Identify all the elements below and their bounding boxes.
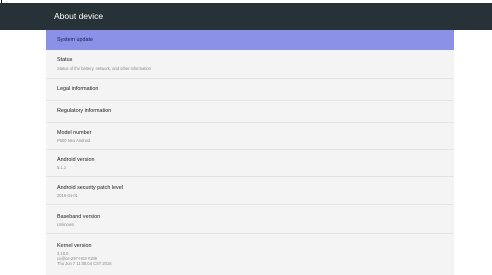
- regulatory-information-item[interactable]: Regulatory information: [46, 101, 454, 123]
- baseband-version-item[interactable]: Baseband version Unknown: [46, 205, 454, 234]
- item-title: Android version: [57, 157, 95, 163]
- item-subtitle: P500 Neo Android: [57, 138, 91, 143]
- model-number-item[interactable]: Model number P500 Neo Android: [46, 123, 454, 150]
- item-subtitle: 5.1.1: [57, 165, 67, 170]
- item-title: Model number: [57, 130, 92, 136]
- android-version-item[interactable]: Android version 5.1.1: [46, 150, 454, 177]
- item-subtitle: Status of the battery, network, and othe…: [57, 66, 151, 71]
- legal-information-item[interactable]: Legal information: [46, 79, 454, 101]
- status-item[interactable]: Status Status of the battery, network, a…: [46, 50, 454, 79]
- item-title: Kernel version: [57, 243, 92, 249]
- item-subtitle-line: Thu Jun 7 11:08:04 CST 2018: [57, 261, 112, 266]
- settings-list: System update Status Status of the batte…: [46, 30, 454, 275]
- item-title: Status: [57, 57, 73, 63]
- item-title: Regulatory information: [57, 108, 112, 114]
- page-title: About device: [54, 11, 104, 21]
- app-bar: About device: [0, 3, 492, 30]
- kernel-version-item[interactable]: Kernel version 3.10.0 cx@ce-297-H03 #189…: [46, 234, 454, 275]
- system-update-item[interactable]: System update: [46, 30, 454, 50]
- item-title: Legal information: [57, 86, 99, 92]
- item-title: System update: [57, 37, 93, 43]
- item-title: Android security patch level: [57, 185, 123, 191]
- item-title: Baseband version: [57, 214, 101, 220]
- item-subtitle: 2016-04-01: [57, 193, 78, 198]
- security-patch-level-item[interactable]: Android security patch level 2016-04-01: [46, 177, 454, 205]
- item-subtitle: Unknown: [57, 222, 75, 227]
